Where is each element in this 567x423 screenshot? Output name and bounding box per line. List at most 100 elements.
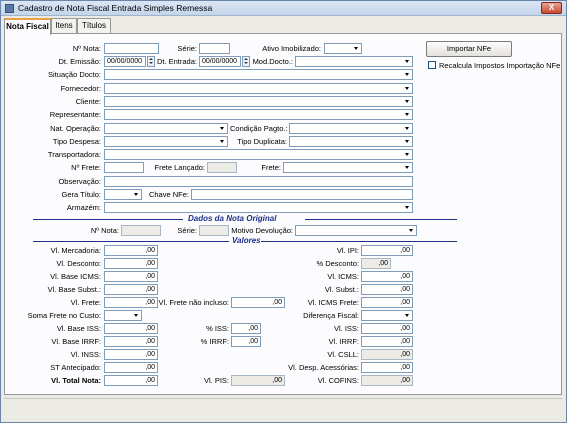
condicao-pagto-select[interactable] [289,123,413,134]
tab-nota-fiscal[interactable]: Nota Fiscal [4,18,51,35]
pct-iss-label: % ISS: [206,324,229,333]
status-bar [4,398,562,420]
window-title: Cadastro de Nota Fiscal Entrada Simples … [18,3,213,13]
st-antecipado-input[interactable]: ,00 [104,362,158,373]
diferenca-fiscal-select[interactable] [361,310,413,321]
title-bar[interactable]: Cadastro de Nota Fiscal Entrada Simples … [1,1,566,16]
chevron-down-icon [403,57,412,66]
soma-frete-label: Soma Frete no Custo: [27,311,101,320]
vl-ipi-input[interactable]: ,00 [361,245,413,256]
vl-frete-nao-incluso-label: Vl. Frete não incluso: [158,298,229,307]
vl-total-nota-input[interactable]: ,00 [104,375,158,386]
tipo-duplicata-select[interactable] [289,136,413,147]
st-antecipado-label: ST Antecipado: [50,363,101,372]
orig-serie-input [199,225,229,236]
nat-operacao-label: Nat. Operação: [50,124,101,133]
importar-nfe-button[interactable]: Importar NFe [426,41,512,57]
mod-docto-select[interactable] [295,56,413,67]
vl-base-subst-input[interactable]: ,00 [104,284,158,295]
mod-docto-label: Mod.Docto.: [252,57,293,66]
dt-entrada-input[interactable]: 00/00/0000 [199,56,241,67]
observacao-input[interactable] [104,176,413,187]
condicao-pagto-label: Condição Pagto.: [230,124,288,133]
chave-nfe-input[interactable] [191,189,413,200]
chevron-down-icon [403,163,412,172]
vl-base-irrf-label: Vl. Base IRRF: [51,337,101,346]
tab-itens[interactable]: Itens [51,18,77,34]
tipo-duplicata-label: Tipo Duplicata: [237,137,287,146]
vl-desp-acessorias-label: Vl. Desp. Acessórias: [288,363,359,372]
n-frete-input[interactable] [104,162,144,173]
n-nota-label: Nº Nota: [72,44,101,53]
recalcula-label: Recalcula Impostos Importação NFe [439,61,561,70]
chevron-down-icon [352,44,361,53]
chevron-down-icon [218,137,227,146]
pct-irrf-input[interactable]: ,00 [231,336,261,347]
frete-select[interactable] [283,162,413,173]
nat-operacao-select[interactable] [104,123,228,134]
chevron-down-icon [403,97,412,106]
tab-titulos[interactable]: Títulos [77,18,111,34]
vl-icms-frete-input[interactable]: ,00 [361,297,413,308]
frete-lancado-label: Frete Lançado: [154,163,205,172]
divider-left [33,219,183,220]
vl-base-iss-input[interactable]: ,00 [104,323,158,334]
tipo-despesa-select[interactable] [104,136,228,147]
vl-mercadoria-input[interactable]: ,00 [104,245,158,256]
cliente-select[interactable] [104,96,413,107]
dt-entrada-spinner[interactable] [242,56,250,67]
serie-input[interactable] [199,43,230,54]
vl-csll-label: Vl. CSLL: [327,350,359,359]
vl-desconto-input[interactable]: ,00 [104,258,158,269]
chevron-down-icon [403,84,412,93]
fornecedor-select[interactable] [104,83,413,94]
vl-desp-acessorias-input[interactable]: ,00 [361,362,413,373]
orig-serie-label: Série: [177,226,197,235]
armazem-label: Armazém: [66,203,101,212]
motivo-devolucao-select[interactable] [295,225,417,236]
vl-cofins-label: Vl. COFINS: [317,376,359,385]
representante-select[interactable] [104,109,413,120]
frete-lancado-input [207,162,237,173]
chevron-down-icon [403,137,412,146]
armazem-select[interactable] [104,202,413,213]
vl-csll-input: ,00 [361,349,413,360]
vl-inss-input[interactable]: ,00 [104,349,158,360]
close-button[interactable]: X [541,2,562,14]
vl-base-irrf-input[interactable]: ,00 [104,336,158,347]
n-nota-input[interactable] [104,43,159,54]
recalcula-checkbox[interactable] [428,61,436,69]
situacao-docto-label: Situação Docto: [48,70,101,79]
pct-desconto-input: ,00 [361,258,391,269]
gera-titulo-label: Gera Título: [61,190,101,199]
situacao-docto-select[interactable] [104,69,413,80]
observacao-label: Observação: [58,177,101,186]
soma-frete-select[interactable] [104,310,142,321]
gera-titulo-select[interactable] [104,189,142,200]
vl-irrf-label: Vl. IRRF: [328,337,359,346]
vl-inss-label: Vl. INSS: [70,350,101,359]
dt-emissao-label: Dt. Emissão: [58,57,101,66]
dt-emissao-input[interactable]: 00/00/0000 [104,56,146,67]
chevron-down-icon [132,190,141,199]
chevron-down-icon [132,311,141,320]
transportadora-select[interactable] [104,149,413,160]
chave-nfe-label: Chave NFe: [148,190,189,199]
main-window: Cadastro de Nota Fiscal Entrada Simples … [0,0,567,423]
pct-iss-input[interactable]: ,00 [231,323,261,334]
pct-desconto-label: % Desconto: [316,259,359,268]
ativo-imobilizado-select[interactable] [324,43,362,54]
vl-icms-input[interactable]: ,00 [361,271,413,282]
vl-iss-input[interactable]: ,00 [361,323,413,334]
dt-emissao-spinner[interactable] [147,56,155,67]
vl-icms-frete-label: Vl. ICMS Frete: [307,298,359,307]
chevron-down-icon [403,150,412,159]
vl-base-icms-input[interactable]: ,00 [104,271,158,282]
chevron-down-icon [403,203,412,212]
vl-subst-input[interactable]: ,00 [361,284,413,295]
pct-irrf-label: % IRRF: [200,337,229,346]
vl-irrf-input[interactable]: ,00 [361,336,413,347]
vl-base-icms-label: Vl. Base ICMS: [50,272,101,281]
chevron-down-icon [407,226,416,235]
n-frete-label: Nº Frete: [71,163,101,172]
